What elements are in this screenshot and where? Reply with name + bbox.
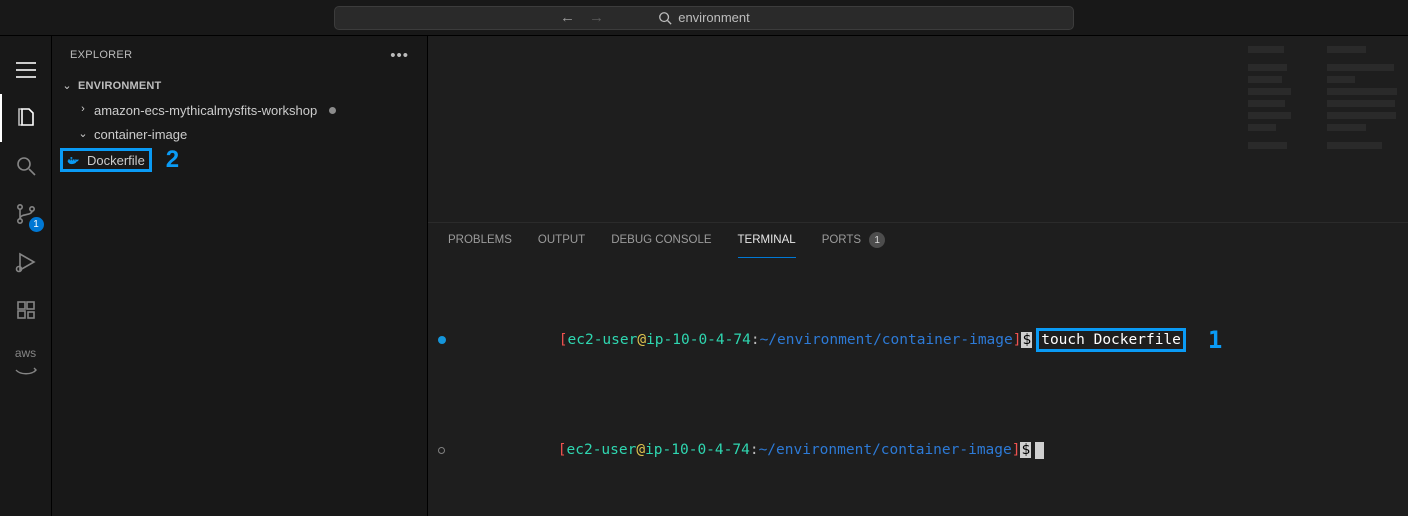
ports-count-badge: 1 [869,232,885,248]
docker-icon [67,153,81,167]
tree-folder-container-image[interactable]: ⌄ container-image [52,122,427,146]
extensions-activity[interactable] [0,286,52,334]
menu-button[interactable] [0,46,52,94]
session-active-icon [438,336,446,344]
tree-section-environment[interactable]: ⌄ ENVIRONMENT [52,74,427,98]
tree-file-dockerfile-row: Dockerfile 2 [52,146,427,174]
terminal-content[interactable]: [ec2-user@ip-10-0-4-74:~/environment/con… [428,257,1408,516]
bottom-panel: PROBLEMS OUTPUT DEBUG CONSOLE TERMINAL P… [428,222,1408,516]
nav-back-icon[interactable]: ← [560,9,575,26]
folder-label: container-image [94,127,187,142]
title-bar: ← → environment [0,0,1408,36]
annotation-number-2: 2 [166,146,179,174]
annotation-box-2: Dockerfile [60,148,152,172]
terminal-line-1: [ec2-user@ip-10-0-4-74:~/environment/con… [438,307,1398,373]
sidebar-title: EXPLORER [70,49,132,61]
hamburger-icon [16,62,36,78]
chevron-right-icon: › [76,103,90,115]
tree-file-dockerfile[interactable]: Dockerfile [67,148,145,172]
terminal-command: touch Dockerfile [1041,332,1181,348]
chevron-down-icon: ⌄ [76,127,90,140]
tab-problems[interactable]: PROBLEMS [448,223,512,257]
file-label: Dockerfile [87,153,145,168]
session-idle-icon [438,447,445,454]
search-text: environment [678,10,750,25]
run-debug-activity[interactable] [0,238,52,286]
search-icon [14,154,38,178]
panel-tab-bar: PROBLEMS OUTPUT DEBUG CONSOLE TERMINAL P… [428,223,1408,257]
editor-area[interactable] [428,36,1408,222]
files-icon [14,106,38,130]
play-bug-icon [14,250,38,274]
file-tree: ⌄ ENVIRONMENT › amazon-ecs-mythicalmysfi… [52,74,427,174]
modified-indicator-icon [329,107,336,114]
aws-activity[interactable]: aws [0,334,52,382]
search-icon [658,11,672,25]
activity-bar: 1 aws [0,36,52,516]
scm-badge: 1 [29,217,44,232]
minimap-col [1327,46,1398,176]
annotation-number-1: 1 [1208,329,1222,351]
main-area: 1 aws EXPLORER ••• ⌄ ENVIRONMENT › [0,36,1408,516]
editor-and-panel: PROBLEMS OUTPUT DEBUG CONSOLE TERMINAL P… [428,36,1408,516]
sidebar-more-icon[interactable]: ••• [390,47,409,64]
annotation-box-1: touch Dockerfile [1036,328,1186,352]
nav-arrows: ← → [560,9,604,26]
source-control-activity[interactable]: 1 [0,190,52,238]
minimap[interactable] [1248,46,1398,176]
sidebar-header: EXPLORER ••• [52,36,427,74]
section-label: ENVIRONMENT [78,80,161,92]
minimap-col [1248,46,1319,176]
command-center-search[interactable]: environment [334,6,1074,30]
terminal-line-2: [ec2-user@ip-10-0-4-74:~/environment/con… [438,417,1398,483]
sidebar: EXPLORER ••• ⌄ ENVIRONMENT › amazon-ecs-… [52,36,428,516]
folder-label: amazon-ecs-mythicalmysfits-workshop [94,103,317,118]
tree-folder-workshop[interactable]: › amazon-ecs-mythicalmysfits-workshop [52,98,427,122]
nav-forward-icon[interactable]: → [589,9,604,26]
chevron-down-icon: ⌄ [60,79,74,92]
tab-ports[interactable]: PORTS 1 [822,223,885,257]
aws-icon: aws [14,346,38,370]
tab-terminal[interactable]: TERMINAL [738,223,796,257]
extensions-icon [14,298,38,322]
search-activity[interactable] [0,142,52,190]
tab-debug-console[interactable]: DEBUG CONSOLE [611,223,711,257]
terminal-cursor [1035,442,1044,459]
explorer-activity[interactable] [0,94,52,142]
tab-output[interactable]: OUTPUT [538,223,585,257]
